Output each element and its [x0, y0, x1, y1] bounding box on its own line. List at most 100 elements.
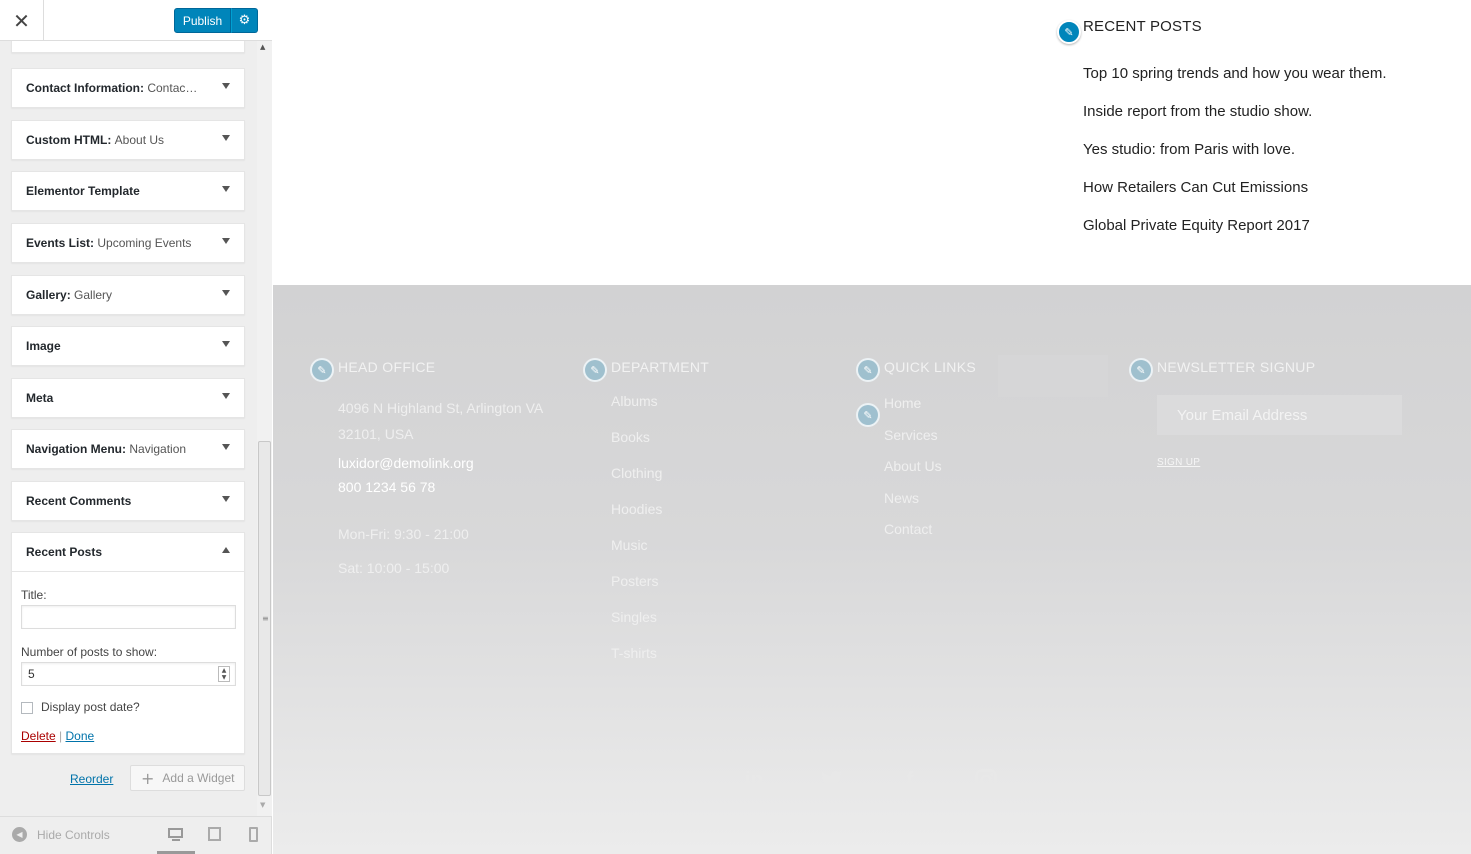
- chevron-down-icon[interactable]: [222, 290, 230, 296]
- quick-link[interactable]: Services: [884, 420, 1084, 452]
- chevron-down-icon[interactable]: [222, 83, 230, 89]
- widget-subtitle: About Us: [114, 133, 165, 147]
- department-link[interactable]: Singles: [611, 599, 811, 635]
- grip-icon: ≡: [262, 614, 269, 623]
- post-date-row: Display post date?: [21, 700, 235, 714]
- widget-subtitle: Upcoming Events: [97, 236, 192, 250]
- department-title: DEPARTMENT: [611, 359, 710, 375]
- widget-recent-comments[interactable]: Recent Comments: [11, 481, 245, 521]
- chevron-down-icon[interactable]: [222, 393, 230, 399]
- chevron-down-icon[interactable]: [222, 186, 230, 192]
- chevron-down-icon[interactable]: [222, 341, 230, 347]
- newsletter-email-input[interactable]: [1157, 395, 1402, 435]
- recent-post-link[interactable]: Inside report from the studio show.: [1083, 93, 1463, 131]
- quick-link[interactable]: Contact: [884, 514, 1084, 546]
- sidebar-scrollbar[interactable]: ▲ ≡ ▼: [257, 41, 272, 816]
- recent-post-link[interactable]: Top 10 spring trends and how you wear th…: [1083, 55, 1463, 93]
- widget-elementor-template[interactable]: Elementor Template: [11, 171, 245, 211]
- hide-controls-button[interactable]: ◀ Hide Controls: [12, 827, 110, 842]
- widget-name: Contact Information:: [26, 81, 144, 95]
- desktop-preview-icon[interactable]: [167, 827, 185, 842]
- linkedin-icon[interactable]: in: [741, 767, 767, 793]
- quick-link[interactable]: News: [884, 483, 1084, 515]
- reorder-link[interactable]: Reorder: [70, 772, 113, 786]
- edit-pencil-icon[interactable]: ✎: [310, 358, 334, 382]
- department-link[interactable]: T-shirts: [611, 635, 811, 671]
- done-link[interactable]: Done: [66, 729, 95, 743]
- widget-name: Custom HTML:: [26, 133, 112, 147]
- recent-posts-widget: ✎ RECENT POSTS Top 10 spring trends and …: [1057, 18, 1463, 245]
- display-date-checkbox[interactable]: [21, 701, 33, 714]
- edit-pencil-icon[interactable]: ✎: [1129, 358, 1153, 382]
- chevron-down-icon[interactable]: [222, 444, 230, 450]
- recent-post-link[interactable]: How Retailers Can Cut Emissions: [1083, 169, 1463, 207]
- recent-post-link[interactable]: Yes studio: from Paris with love.: [1083, 131, 1463, 169]
- head-office-widget: ✎ HEAD OFFICE 4096 N Highland St, Arling…: [310, 358, 558, 581]
- quick-links-title: QUICK LINKS: [884, 359, 976, 375]
- department-link[interactable]: Posters: [611, 563, 811, 599]
- quick-link[interactable]: Home: [884, 388, 1084, 420]
- collapse-arrow-icon: ◀: [12, 827, 27, 842]
- department-link[interactable]: Clothing: [611, 455, 811, 491]
- edit-pencil-icon[interactable]: ✎: [583, 358, 607, 382]
- widget-image[interactable]: Image: [11, 326, 245, 366]
- widget-meta[interactable]: Meta: [11, 378, 245, 418]
- add-widget-button[interactable]: + Add a Widget: [130, 765, 245, 791]
- scroll-down-icon[interactable]: ▼: [260, 801, 265, 809]
- chevron-down-icon[interactable]: [222, 135, 230, 141]
- department-link[interactable]: Books: [611, 419, 811, 455]
- widget-name: Recent Comments: [26, 494, 132, 508]
- title-input[interactable]: [21, 605, 236, 629]
- widget-navigation-menu[interactable]: Navigation Menu: Navigation: [11, 429, 245, 469]
- delete-link[interactable]: Delete: [21, 729, 56, 743]
- gear-icon[interactable]: ⚙: [231, 8, 258, 33]
- customizer-footer: ◀ Hide Controls: [0, 816, 271, 854]
- signup-link[interactable]: SIGN UP: [1157, 457, 1200, 468]
- site-preview: ✎ RECENT POSTS Top 10 spring trends and …: [273, 0, 1471, 854]
- widget-events-list[interactable]: Events List: Upcoming Events: [11, 223, 245, 263]
- quick-links-widget: ✎ ✎ QUICK LINKS Home Services About Us N…: [856, 358, 1084, 546]
- widget-subtitle: Gallery: [74, 288, 113, 302]
- widget-subtitle: Contac…: [147, 81, 198, 95]
- newsletter-widget: ✎ NEWSLETTER SIGNUP SIGN UP: [1129, 358, 1417, 470]
- title-label: Title:: [21, 588, 47, 602]
- scrollbar-thumb[interactable]: ≡: [258, 441, 271, 796]
- chevron-up-icon[interactable]: [222, 547, 230, 553]
- facebook-icon[interactable]: f: [897, 767, 923, 793]
- number-spinner-icon[interactable]: ▲ ▼: [218, 666, 230, 682]
- widget-contact-information[interactable]: Contact Information: Contac…: [11, 68, 245, 108]
- edit-pencil-icon[interactable]: ✎: [856, 358, 880, 382]
- post-count-value: 5: [28, 667, 35, 681]
- mobile-preview-icon[interactable]: [246, 827, 264, 842]
- customizer-header: ✕ Publish ⚙: [0, 0, 272, 41]
- recent-posts-title: RECENT POSTS: [1083, 18, 1202, 35]
- customizer-sidebar: ✕ Publish ⚙ Contact Information: Contac……: [0, 0, 272, 854]
- widget-gallery[interactable]: Gallery: Gallery: [11, 275, 245, 315]
- close-icon[interactable]: ✕: [0, 0, 44, 41]
- email-link[interactable]: luxidor@demolink.org: [338, 451, 558, 475]
- newsletter-title: NEWSLETTER SIGNUP: [1157, 359, 1316, 375]
- scroll-up-icon[interactable]: ▲: [260, 43, 265, 51]
- publish-button[interactable]: Publish: [174, 8, 231, 33]
- action-separator: |: [59, 729, 63, 743]
- address-text: 4096 N Highland St, Arlington VA 32101, …: [338, 400, 543, 442]
- recent-post-link[interactable]: Global Private Equity Report 2017: [1083, 207, 1463, 245]
- edit-pencil-icon[interactable]: ✎: [856, 403, 880, 427]
- post-count-label: Number of posts to show:: [21, 645, 158, 659]
- widget-partial[interactable]: [11, 41, 245, 53]
- department-link[interactable]: Music: [611, 527, 811, 563]
- widgets-panel: Contact Information: Contac… Custom HTML…: [0, 41, 257, 816]
- widget-name: Recent Posts: [26, 545, 103, 559]
- chevron-down-icon[interactable]: [222, 496, 230, 502]
- edit-pencil-icon[interactable]: ✎: [1057, 20, 1081, 44]
- tablet-preview-icon[interactable]: [207, 827, 225, 842]
- chevron-down-icon[interactable]: [222, 238, 230, 244]
- widget-custom-html[interactable]: Custom HTML: About Us: [11, 120, 245, 160]
- department-link[interactable]: Albums: [611, 383, 811, 419]
- department-link[interactable]: Hoodies: [611, 491, 811, 527]
- widget-name: Meta: [26, 391, 54, 405]
- twitter-icon[interactable]: [819, 767, 845, 793]
- instagram-icon[interactable]: [973, 767, 999, 793]
- post-count-input[interactable]: 5 ▲ ▼: [21, 662, 236, 686]
- quick-link[interactable]: About Us: [884, 451, 1084, 483]
